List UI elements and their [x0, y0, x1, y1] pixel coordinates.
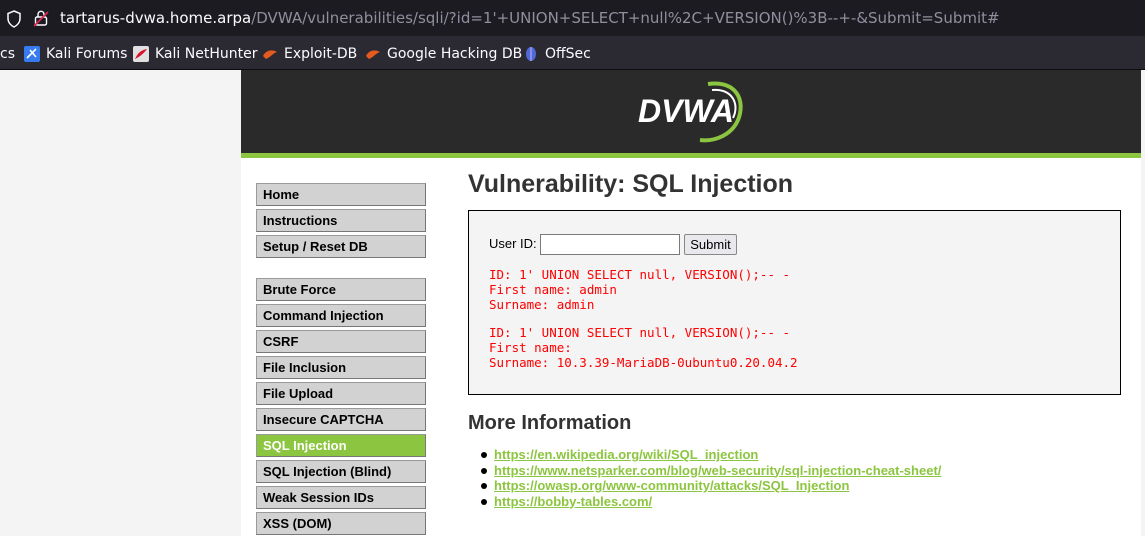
- bookmark-exploit-db[interactable]: Exploit-DB: [262, 44, 357, 64]
- google-hacking-db-icon: [366, 50, 380, 59]
- header-accent-stripe: [241, 153, 1141, 158]
- svg-text:DVWA: DVWA: [638, 93, 734, 129]
- menu-item-sql-injection[interactable]: SQL Injection: [256, 434, 426, 457]
- menu-item-weak-session-ids[interactable]: Weak Session IDs: [256, 486, 426, 509]
- url-text[interactable]: tartarus-dvwa.home.arpa/DVWA/vulnerabili…: [60, 8, 1000, 28]
- link-wikipedia-sql-injection[interactable]: https://en.wikipedia.org/wiki/SQL_inject…: [494, 447, 758, 462]
- offsec-icon: [526, 47, 536, 61]
- link-bobby-tables[interactable]: https://bobby-tables.com/: [494, 494, 652, 509]
- bookmark-offsec[interactable]: OffSec: [523, 44, 591, 64]
- menu-item-file-inclusion[interactable]: File Inclusion: [256, 356, 426, 379]
- bookmark-kali-docs[interactable]: cs: [0, 44, 15, 64]
- kali-nethunter-icon: [133, 46, 149, 62]
- user-id-label: User ID:: [489, 236, 537, 251]
- menu-item-csrf[interactable]: CSRF: [256, 330, 426, 353]
- dvwa-logo[interactable]: DVWA: [638, 78, 748, 144]
- dvwa-header: DVWA: [241, 70, 1141, 153]
- menu-item-sql-injection-blind[interactable]: SQL Injection (Blind): [256, 460, 426, 483]
- bookmark-kali-nethunter[interactable]: Kali NetHunter: [133, 44, 257, 64]
- kali-forums-icon: [24, 46, 40, 62]
- link-owasp-sql-injection[interactable]: https://owasp.org/www-community/attacks/…: [494, 478, 849, 493]
- menu-item-setup-reset-db[interactable]: Setup / Reset DB: [256, 235, 426, 258]
- browser-url-bar[interactable]: tartarus-dvwa.home.arpa/DVWA/vulnerabili…: [0, 0, 1145, 37]
- exploit-db-icon: [263, 50, 277, 59]
- menu-item-command-injection[interactable]: Command Injection: [256, 304, 426, 327]
- submit-button[interactable]: Submit: [684, 234, 737, 255]
- bookmark-google-hacking-db[interactable]: Google Hacking DB: [365, 44, 522, 64]
- scrollbar[interactable]: [1141, 70, 1145, 536]
- more-information-heading: More Information: [468, 412, 632, 434]
- list-item: https://owasp.org/www-community/attacks/…: [480, 478, 941, 494]
- dvwa-container: DVWA Home Instructions Setup / Reset DB …: [241, 70, 1145, 536]
- user-id-input[interactable]: [540, 234, 680, 255]
- query-result: ID: 1' UNION SELECT null, VERSION();-- -…: [489, 325, 798, 370]
- link-netsparker-cheat-sheet[interactable]: https://www.netsparker.com/blog/web-secu…: [494, 463, 941, 478]
- menu-item-insecure-captcha[interactable]: Insecure CAPTCHA: [256, 408, 426, 431]
- more-information-links: https://en.wikipedia.org/wiki/SQL_inject…: [480, 447, 941, 510]
- vulnerable-code-area: User ID: Submit ID: 1' UNION SELECT null…: [468, 210, 1121, 395]
- menu-item-brute-force[interactable]: Brute Force: [256, 278, 426, 301]
- query-result: ID: 1' UNION SELECT null, VERSION();-- -…: [489, 267, 791, 312]
- page-viewport: DVWA Home Instructions Setup / Reset DB …: [0, 70, 1145, 536]
- list-item: https://en.wikipedia.org/wiki/SQL_inject…: [480, 447, 941, 463]
- menu-item-instructions[interactable]: Instructions: [256, 209, 426, 232]
- menu-item-file-upload[interactable]: File Upload: [256, 382, 426, 405]
- bookmarks-toolbar: cs Kali Forums Kali NetHunter Exploit-DB…: [0, 37, 1145, 70]
- menu-item-xss-dom[interactable]: XSS (DOM): [256, 512, 426, 535]
- menu-item-home[interactable]: Home: [256, 183, 426, 206]
- tracking-protection-shield-icon[interactable]: [6, 10, 22, 28]
- bookmark-kali-forums[interactable]: Kali Forums: [24, 44, 127, 64]
- page-title: Vulnerability: SQL Injection: [468, 170, 794, 198]
- list-item: https://www.netsparker.com/blog/web-secu…: [480, 463, 941, 479]
- list-item: https://bobby-tables.com/: [480, 494, 941, 510]
- insecure-lock-icon[interactable]: [33, 9, 49, 27]
